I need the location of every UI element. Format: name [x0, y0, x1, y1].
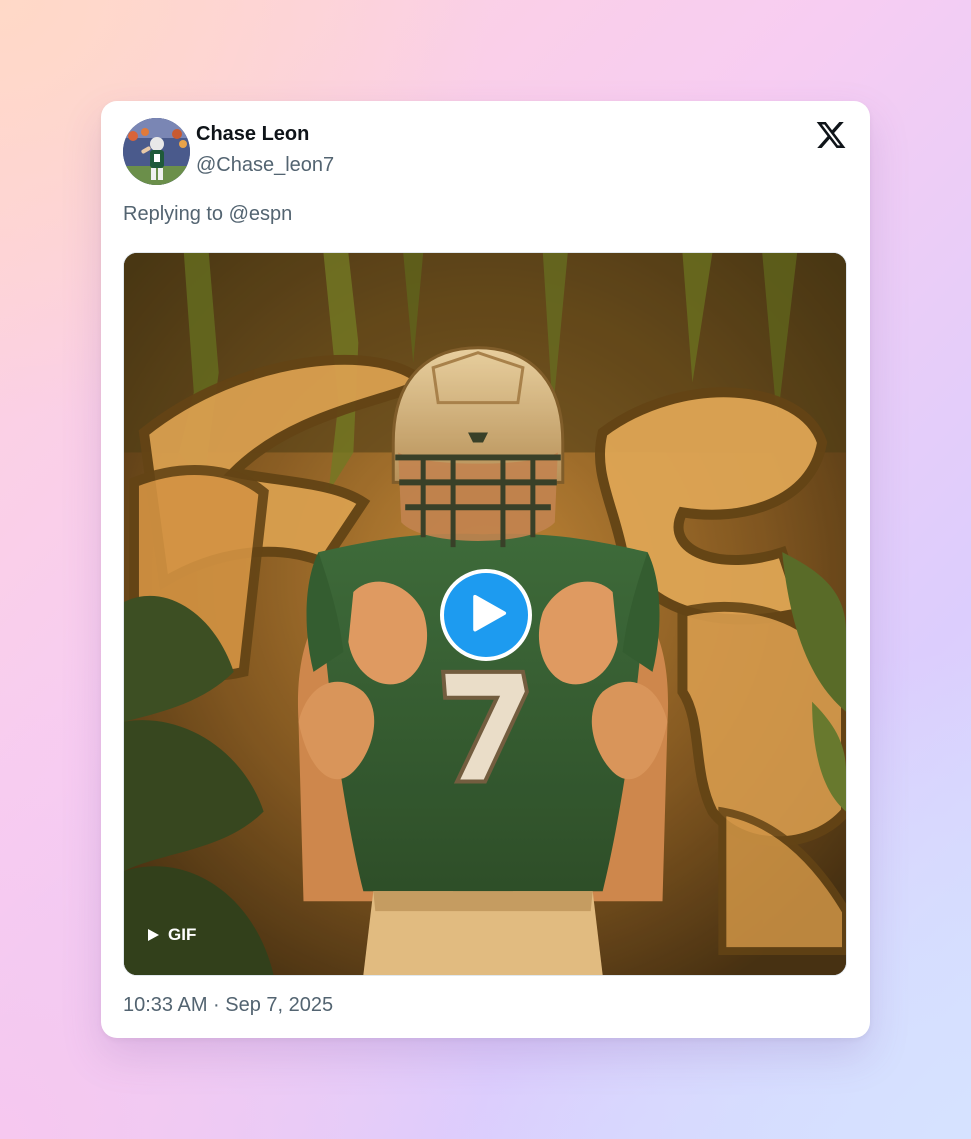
play-icon: [473, 594, 507, 632]
gif-badge-label: GIF: [168, 925, 197, 944]
play-button[interactable]: [440, 569, 532, 661]
replying-to-mention[interactable]: @espn: [229, 203, 293, 225]
replying-to-prefix: Replying to: [123, 203, 224, 225]
replying-to: Replying to @espn: [123, 203, 292, 226]
tweet-card: Chase Leon @Chase_leon7 Replying to @esp…: [101, 101, 870, 1038]
avatar-photo: [123, 118, 190, 185]
author-avatar[interactable]: [123, 118, 190, 185]
author-display-name[interactable]: Chase Leon: [196, 123, 309, 146]
x-logo-icon[interactable]: [814, 119, 848, 151]
tweet-media-gif[interactable]: GIF: [123, 252, 847, 976]
author-handle[interactable]: @Chase_leon7: [196, 154, 334, 177]
gif-badge: GIF: [140, 921, 204, 949]
tweet-timestamp[interactable]: 10:33 AM · Sep 7, 2025: [123, 994, 333, 1017]
gif-play-icon: [148, 929, 159, 941]
